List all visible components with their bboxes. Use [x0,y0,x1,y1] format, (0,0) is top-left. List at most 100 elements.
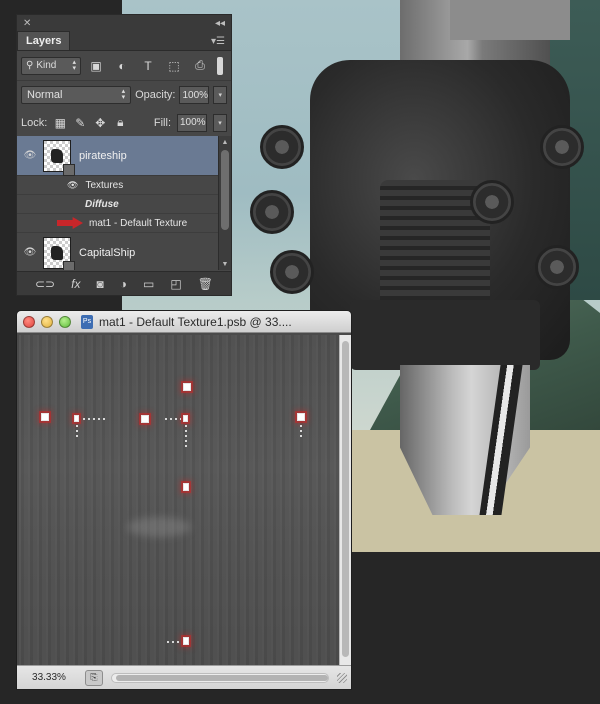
new-layer-icon[interactable]: ◰ [170,277,181,291]
document-title: mat1 - Default Texture1.psb @ 33.... [99,314,292,329]
opacity-field[interactable]: 100% [179,86,210,104]
link-layers-icon[interactable]: ⊂⊃ [35,277,55,291]
scroll-down-icon[interactable]: ▼ [219,258,231,270]
uv-marker[interactable] [141,415,149,423]
zoom-level: 33.33% [32,672,66,683]
window-titlebar[interactable]: Ps mat1 - Default Texture1.psb @ 33.... [17,311,351,333]
vertical-scrollbar[interactable] [339,335,351,667]
opacity-value: 100% [182,89,209,101]
search-icon: ⚲ [26,60,34,71]
close-icon[interactable]: ✕ [23,18,31,29]
select-arrows-icon: ▴ ▾ [72,58,76,72]
add-mask-icon[interactable]: ◙ [96,277,103,291]
texture-name[interactable]: mat1 - Default Texture [89,218,187,229]
adjustment-layer-icon[interactable]: ◑ [120,277,127,291]
zoom-level-field[interactable]: 33.33% [21,669,77,687]
type-filter-icon[interactable]: T [137,56,159,76]
filter-kind-select[interactable]: ⚲ Kind ▴ ▾ [21,56,81,75]
lock-brush-icon[interactable]: ✎ [73,116,87,130]
lock-position-icon[interactable]: ✥ [93,116,107,130]
ship-gear [250,190,294,234]
zoom-window-button[interactable] [59,315,71,328]
uv-marker[interactable] [183,415,188,422]
ship-gear [260,125,304,169]
panel-topbar: ✕ ◂◂ [17,15,231,31]
scroll-thumb[interactable] [116,674,328,681]
collapse-icon[interactable]: ◂◂ [215,18,225,29]
opacity-label: Opacity: [135,89,176,101]
ship-tower-top [450,0,570,40]
tab-row: Layers ▾☰ [17,31,231,51]
dotted-guide [165,418,181,420]
horizontal-scrollbar[interactable] [111,672,329,683]
fill-label: Fill: [153,116,171,129]
ship-gear [470,180,514,224]
ship-gear [270,250,314,294]
3d-layer-badge-icon [63,260,75,270]
resize-grip-icon[interactable] [337,672,347,683]
new-group-icon[interactable]: ▭ [143,277,154,291]
uv-marker[interactable] [183,383,191,391]
layer-style-icon[interactable]: fx [71,277,80,291]
uv-marker[interactable] [74,415,79,422]
ship-underbody [350,300,540,370]
dotted-guide [300,425,302,437]
status-bar: 33.33% ⎘ [17,665,351,689]
smart-object-filter-icon[interactable]: ⎙ [189,56,211,76]
uv-marker[interactable] [183,637,189,645]
layer-name[interactable]: CapitalShip [79,247,135,259]
visibility-eye-icon[interactable]: 👁︎ [67,180,78,191]
visibility-eye-icon[interactable]: 👁︎ [17,150,43,161]
scroll-thumb[interactable] [221,150,229,230]
textures-label: Textures [85,179,124,191]
select-arrows-icon: ▴ ▾ [121,88,126,101]
3d-layer-badge-icon [63,163,75,176]
psb-file-icon: Ps [81,314,93,329]
adjustment-filter-icon[interactable]: ◐ [111,56,133,76]
layers-panel: ✕ ◂◂ Layers ▾☰ ⚲ Kind ▴ ▾ ▣ ◐ T ⬚ ⎙ Norma… [16,14,232,296]
fill-dropdown-icon[interactable]: ▾ [213,113,227,132]
texture-canvas[interactable] [19,335,339,667]
layer-thumbnail [43,236,75,270]
blend-mode-select[interactable]: Normal ▴ ▾ [21,86,132,104]
visibility-eye-icon[interactable]: 👁︎ [17,247,43,258]
texture-row[interactable]: mat1 - Default Texture [17,214,231,233]
scroll-up-icon[interactable]: ▲ [219,136,231,148]
lock-all-icon[interactable]: 🔒︎ [113,115,127,130]
dotted-guide [83,418,107,420]
layer-list-scrollbar[interactable]: ▲ ▼ [218,136,231,270]
dotted-guide [167,641,181,643]
pixel-filter-icon[interactable]: ▣ [85,56,107,76]
layer-row-capitalship[interactable]: 👁︎ CapitalShip [17,233,231,270]
ship-gear [540,125,584,169]
tab-layers[interactable]: Layers [17,31,71,50]
uv-marker[interactable] [41,413,49,421]
red-arrow-icon [57,217,83,229]
shape-filter-icon[interactable]: ⬚ [163,56,185,76]
layer-name[interactable]: pirateship [79,150,127,162]
texture-smudge [127,517,191,537]
scroll-thumb[interactable] [342,341,349,657]
dotted-guide [76,425,78,439]
opacity-dropdown-icon[interactable]: ▾ [213,86,227,104]
minimize-window-button[interactable] [41,315,53,328]
fill-field[interactable]: 100% [177,113,207,132]
filter-row: ⚲ Kind ▴ ▾ ▣ ◐ T ⬚ ⎙ [17,51,231,81]
lock-row: Lock: ▦ ✎ ✥ 🔒︎ Fill: 100% ▾ [17,109,231,137]
diffuse-row: Diffuse [17,195,231,214]
layer-list: 👁︎ pirateship 👁︎ Textures Diffuse mat1 -… [17,136,231,270]
panel-menu-icon[interactable]: ▾☰ [211,36,225,50]
trash-icon[interactable]: 🗑︎ [198,277,213,291]
uv-marker[interactable] [297,413,305,421]
layer-thumbnail [43,139,75,176]
ship-gear [535,245,579,289]
fill-value: 100% [180,117,206,128]
status-info-icon[interactable]: ⎘ [85,669,103,686]
textures-row[interactable]: 👁︎ Textures [17,176,231,195]
uv-marker[interactable] [183,483,189,491]
lock-transparent-icon[interactable]: ▦ [53,116,67,130]
close-window-button[interactable] [23,315,35,328]
diffuse-label: Diffuse [85,198,119,210]
layer-row-pirateship[interactable]: 👁︎ pirateship [17,136,231,176]
filter-toggle[interactable] [217,56,223,75]
